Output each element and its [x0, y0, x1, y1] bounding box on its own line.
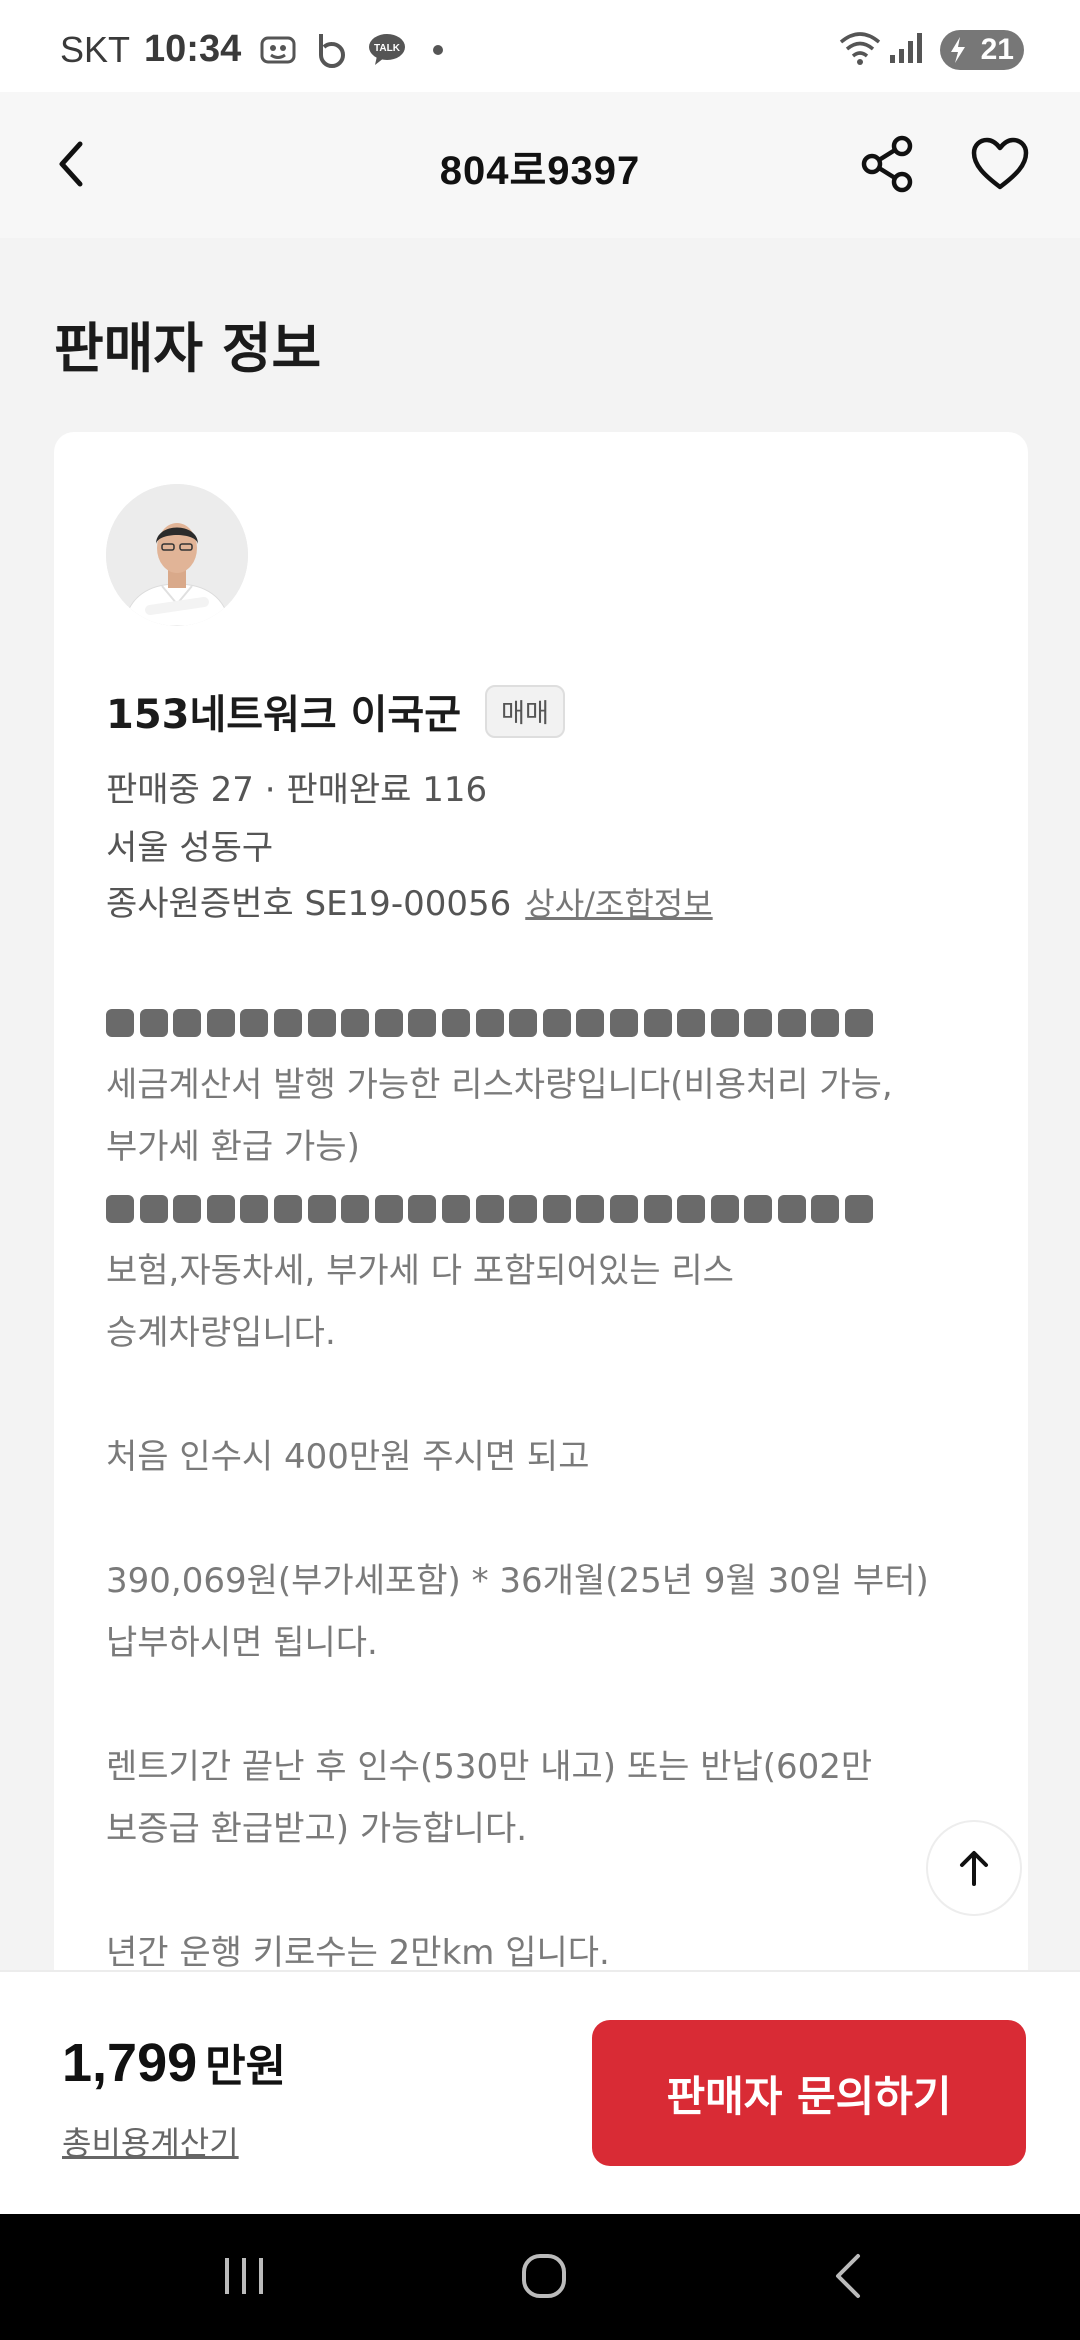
battery-icon: 21: [940, 30, 1024, 70]
seller-stats: 판매중 27 · 판매완료 116: [106, 770, 488, 810]
avatar: [106, 484, 248, 626]
bottom-action-bar: 1,799 만원 총비용계산기 판매자 문의하기: [0, 1970, 1080, 2214]
price: 1,799 만원: [62, 2030, 286, 2094]
arrow-up-icon: [960, 1851, 988, 1886]
status-bar: SKT 10:34 TALK 21: [0, 0, 1080, 92]
share-icon[interactable]: [852, 128, 924, 200]
seller-license: 종사원증번호 SE19-00056: [106, 884, 512, 924]
separator-squares: [106, 1178, 986, 1240]
svg-text:TALK: TALK: [374, 43, 401, 54]
wifi-icon: [838, 30, 882, 70]
app-header: 804로9397: [0, 92, 1080, 238]
contact-seller-button[interactable]: 판매자 문의하기: [592, 2020, 1026, 2166]
description-line: 부가세 환급 가능): [106, 1127, 360, 1167]
dot-icon: [433, 44, 444, 55]
price-unit: 만원: [205, 2041, 287, 2092]
clock: 10:34: [144, 28, 242, 70]
signal-icon: [888, 31, 924, 69]
price-value: 1,799: [62, 2033, 198, 2093]
seller-name: 153네트워크 이국군: [106, 692, 462, 738]
scroll-to-top-button[interactable]: [926, 1820, 1022, 1916]
recent-apps-icon[interactable]: [204, 2246, 284, 2306]
description-line: 납부하시면 됩니다.: [106, 1623, 378, 1663]
seller-badge: 매매: [485, 684, 565, 738]
description-line: 승계차량입니다.: [106, 1313, 336, 1353]
nav-back-icon[interactable]: [808, 2246, 888, 2306]
seller-location: 서울 성동구: [106, 828, 274, 868]
separator-squares: [106, 992, 986, 1054]
dealer-info-link[interactable]: 상사/조합정보: [525, 885, 712, 923]
seller-license-row: 종사원증번호 SE19-00056 상사/조합정보: [106, 876, 713, 925]
description-line: 처음 인수시 400만원 주시면 되고: [106, 1437, 590, 1477]
talk-icon: TALK: [367, 32, 407, 68]
navigation-bar: [0, 2214, 1080, 2340]
home-icon[interactable]: [504, 2246, 584, 2306]
description-line: 보험,자동차세, 부가세 다 포함되어있는 리스: [106, 1251, 734, 1291]
description-line: 보증급 환급받고) 가능합니다.: [106, 1809, 528, 1849]
heart-icon[interactable]: [962, 128, 1038, 200]
seller-card: 153네트워크 이국군 매매 판매중 27 · 판매완료 116 서울 성동구 …: [54, 432, 1028, 1992]
carrier-label: SKT: [60, 28, 131, 70]
screenshot-icon: [259, 33, 297, 67]
description-line: 렌트기간 끝난 후 인수(530만 내고) 또는 반납(602만: [106, 1747, 873, 1787]
total-cost-calculator-link[interactable]: 총비용계산기: [62, 2118, 239, 2164]
description-line: 세금계산서 발행 가능한 리스차량입니다(비용처리 가능,: [106, 1065, 893, 1105]
description-line: 390,069원(부가세포함) * 36개월(25년 9월 30일 부터): [106, 1561, 929, 1601]
b-app-icon: [315, 31, 349, 69]
battery-level: 21: [980, 33, 1014, 66]
seller-description: 세금계산서 발행 가능한 리스차량입니다(비용처리 가능, 부가세 환급 가능)…: [106, 992, 986, 1984]
section-title: 판매자 정보: [54, 317, 322, 380]
